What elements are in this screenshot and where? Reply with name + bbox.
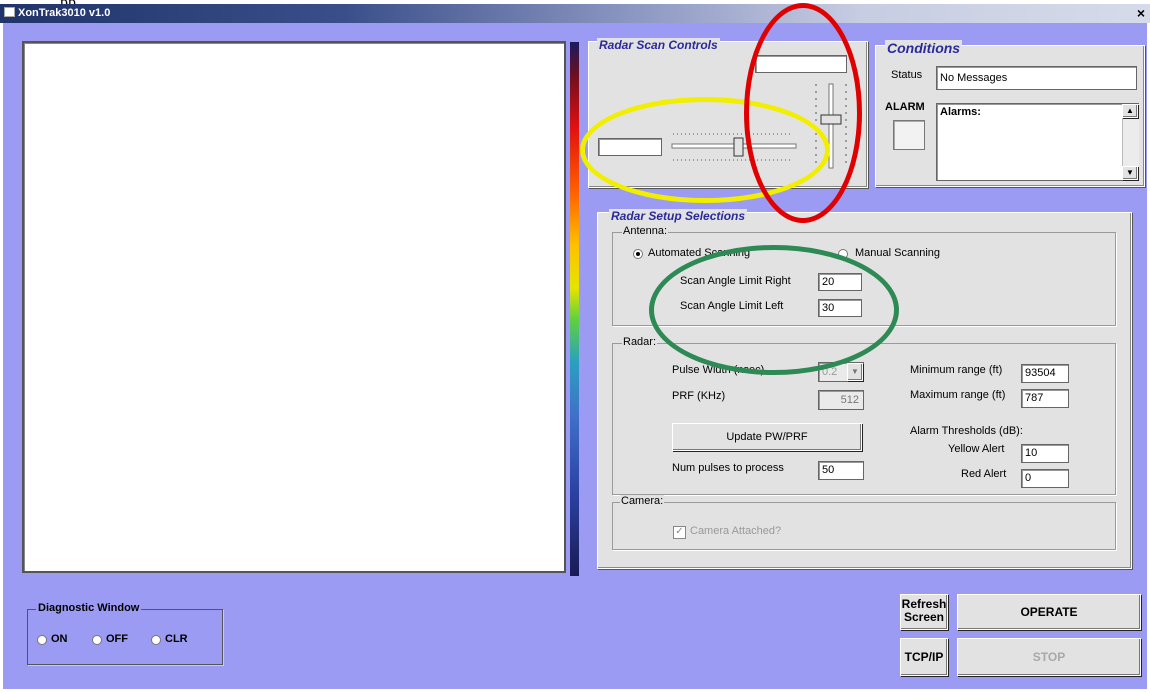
diagnostic-off-label: OFF [106, 633, 128, 645]
diagnostic-clr-radio[interactable] [151, 635, 161, 645]
pulse-width-dropdown-icon[interactable]: ▼ [847, 363, 863, 381]
diagnostic-on-label: ON [51, 633, 68, 645]
alarm-label: ALARM [885, 101, 925, 113]
minimum-range-label: Minimum range (ft) [910, 364, 1003, 376]
diagnostic-clr-label: CLR [165, 633, 188, 645]
yellow-alert-label: Yellow Alert [948, 443, 1005, 455]
stop-button[interactable]: STOP [957, 638, 1141, 676]
diagnostic-display [22, 41, 566, 573]
num-pulses-input[interactable]: 50 [818, 461, 864, 480]
close-button[interactable]: × [1134, 6, 1148, 20]
status-label: Status [891, 69, 923, 81]
radar-scan-controls-title: Radar Scan Controls [597, 38, 720, 52]
alarm-thresholds-label: Alarm Thresholds (dB): [910, 425, 1023, 437]
camera-attached-label: Camera Attached? [690, 525, 782, 537]
red-alert-input[interactable]: 0 [1021, 469, 1069, 488]
minimum-range-input[interactable]: 93504 [1021, 364, 1069, 383]
update-pw-prf-button[interactable]: Update PW/PRF [672, 423, 862, 451]
diagnostic-on-radio[interactable] [37, 635, 47, 645]
tcpip-button[interactable]: TCP/IP [900, 638, 948, 676]
window-title-text: XonTrak3010 v1.0 [18, 7, 111, 19]
alarms-list: Alarms: [936, 103, 1139, 181]
radar-group-label: Radar: [622, 336, 658, 348]
prf-label: PRF (KHz) [672, 390, 726, 402]
manual-scanning-label: Manual Scanning [855, 247, 941, 259]
conditions-title: Conditions [885, 40, 963, 56]
camera-group-label: Camera: [620, 495, 665, 507]
app-icon [4, 7, 15, 17]
red-annotation-ellipse [744, 3, 862, 223]
status-field: No Messages [936, 66, 1137, 90]
color-scale-bar [570, 42, 579, 576]
refresh-line1: Refresh [901, 597, 947, 611]
camera-group [612, 502, 1116, 550]
num-pulses-label: Num pulses to process [672, 462, 784, 474]
maximum-range-label: Maximum range (ft) [910, 389, 1006, 401]
refresh-line2: Screen [903, 610, 945, 624]
refresh-screen-button[interactable]: Refresh Screen [900, 594, 948, 630]
alarm-indicator [893, 120, 925, 150]
diagnostic-off-radio[interactable] [92, 635, 102, 645]
radar-setup-title: Radar Setup Selections [609, 209, 748, 223]
red-alert-label: Red Alert [961, 468, 1007, 480]
yellow-alert-input[interactable]: 10 [1021, 444, 1069, 463]
alarms-list-header: Alarms: [940, 106, 981, 118]
diagnostic-window-title: Diagnostic Window [36, 602, 142, 614]
automated-scanning-radio[interactable] [633, 249, 643, 259]
green-annotation-ellipse [649, 245, 899, 375]
prf-field: 512 [818, 390, 864, 410]
operate-button[interactable]: OPERATE [957, 594, 1141, 630]
window-title: XonTrak3010 v1.0 [4, 4, 110, 23]
maximum-range-input[interactable]: 787 [1021, 389, 1069, 408]
title-bar[interactable] [0, 4, 1150, 23]
scroll-up-arrow-icon[interactable]: ▲ [1122, 104, 1138, 118]
antenna-group-label: Antenna: [622, 225, 669, 237]
camera-attached-checkbox[interactable]: ✓ [673, 526, 686, 539]
scroll-down-arrow-icon[interactable]: ▼ [1122, 166, 1138, 180]
